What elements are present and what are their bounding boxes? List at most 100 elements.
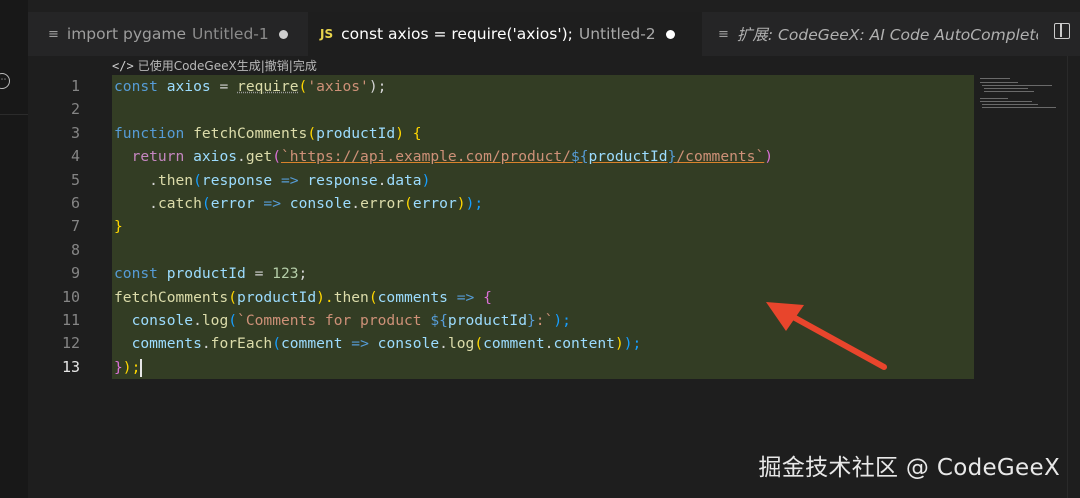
text-cursor	[140, 358, 143, 377]
line-number: 5	[70, 170, 80, 189]
line-number: 10	[61, 287, 80, 306]
string-literal: /comments`	[676, 148, 765, 166]
bracket: )	[456, 194, 466, 212]
line-number: 4	[70, 147, 80, 166]
line-number: 8	[70, 240, 80, 259]
code-editor[interactable]: </> 已使用CodeGeeX生成 | 撤销 | 完成 1 2 3 4 5 6 …	[28, 56, 1080, 498]
line-number: 11	[61, 310, 80, 329]
minimap-line	[980, 78, 1010, 79]
tab-untitled-2[interactable]: JS const axios = require('axios'); Untit…	[308, 12, 702, 56]
function-name: log	[201, 311, 229, 329]
tab-extension-codegeex[interactable]: ≡ 扩展: CodeGeeX: AI Code AutoComplete	[718, 12, 1038, 56]
template-delimiter: }	[527, 311, 536, 329]
unsaved-dot-icon[interactable]	[278, 29, 288, 39]
function-name: log	[447, 335, 475, 353]
code-line[interactable]	[114, 98, 974, 121]
bracket: )	[764, 148, 774, 166]
number-literal: 123	[272, 265, 299, 283]
code-line[interactable]: }	[114, 215, 974, 238]
activity-bar: ⋯	[0, 0, 28, 498]
minimap-line	[982, 107, 1056, 108]
parameter: response	[201, 171, 273, 189]
more-icon[interactable]: ⋯	[0, 73, 10, 89]
codelens-undo-link[interactable]: 撤销	[265, 57, 289, 74]
codelens-done-link[interactable]: 完成	[293, 57, 317, 74]
punctuation: ;	[298, 265, 308, 283]
identifier: productId	[237, 288, 317, 306]
identifier: productId	[157, 265, 255, 283]
tab-bar: ≡ import pygame Untitled-1 JS const axio…	[28, 0, 1080, 64]
code-line[interactable]: const axios = require('axios');	[114, 75, 974, 98]
minimap-line	[980, 82, 1018, 83]
function-name: then	[333, 288, 369, 306]
tab-sublabel: Untitled-1	[192, 25, 269, 43]
vertical-scrollbar[interactable]	[1067, 56, 1080, 498]
code-line[interactable]: .catch(error => console.error(error));	[114, 192, 974, 215]
bracket: );	[122, 358, 141, 376]
identifier: comment	[483, 335, 545, 353]
arrow-operator: =>	[447, 288, 484, 306]
minimap-line	[984, 88, 1028, 89]
keyword: const	[114, 78, 158, 95]
function-name: error	[360, 194, 405, 212]
bracket: (	[272, 148, 281, 166]
bracket: )	[395, 124, 413, 142]
split-editor-icon[interactable]	[1054, 23, 1070, 39]
function-name: require	[237, 78, 299, 95]
identifier: axios	[157, 78, 220, 95]
bracket: (	[193, 171, 202, 189]
bracket: ).	[316, 288, 334, 306]
arrow-operator: =>	[272, 171, 308, 189]
title-strip	[28, 0, 1080, 12]
identifier: response	[307, 171, 378, 189]
code-line[interactable]: function fetchComments(productId) {	[114, 122, 974, 145]
tab-label: const axios = require('axios');	[341, 25, 573, 43]
unsaved-dot-icon[interactable]	[665, 29, 675, 39]
line-number: 3	[70, 123, 80, 142]
brace: }	[114, 358, 123, 376]
line-number: 9	[70, 264, 80, 283]
identifier: console	[131, 311, 194, 329]
code-line[interactable]: .then(response => response.data)	[114, 169, 974, 192]
file-lines-icon: ≡	[48, 26, 59, 42]
file-lines-icon: ≡	[718, 26, 729, 42]
keyword: function	[114, 124, 185, 142]
tab-label: import pygame	[66, 25, 186, 43]
tab-untitled-1[interactable]: ≡ import pygame Untitled-1	[48, 12, 298, 56]
function-name: get	[245, 148, 273, 166]
bracket: );	[465, 194, 484, 212]
parameter: productId	[316, 124, 396, 142]
code-line[interactable]: return axios.get(`https://api.example.co…	[114, 145, 974, 168]
keyword: const	[114, 265, 158, 283]
punctuation: .	[201, 335, 211, 353]
watermark: 掘金技术社区 @ CodeGeeX	[758, 455, 1060, 481]
punctuation: .	[237, 148, 246, 166]
identifier: comments	[131, 335, 202, 353]
line-number-gutter: 1 2 3 4 5 6 7 8 9 10 11 12 13	[28, 75, 80, 379]
bracket: )	[421, 171, 431, 189]
minimap-line	[984, 91, 1034, 92]
code-line[interactable]	[114, 239, 974, 262]
punctuation: .	[149, 171, 158, 189]
code-line[interactable]: const productId = 123;	[114, 262, 974, 285]
line-number: 6	[70, 193, 80, 212]
function-name: fetchComments	[114, 288, 229, 306]
arrow-shaft	[783, 310, 887, 370]
brace: }	[114, 218, 123, 236]
tab-label: 扩展: CodeGeeX: AI Code AutoComplete	[736, 26, 1038, 44]
string-literal: `Comments for product	[237, 311, 431, 329]
bracket: );	[623, 335, 642, 353]
string-literal: 'axios'	[307, 78, 369, 95]
arrow-operator: =>	[342, 335, 378, 353]
javascript-icon: JS	[320, 27, 334, 41]
minimap-line	[982, 85, 1052, 86]
minimap[interactable]	[980, 76, 1060, 116]
bracket: (	[404, 194, 413, 212]
function-name: then	[157, 171, 194, 189]
identifier: console	[377, 335, 440, 353]
parameter: error	[210, 194, 255, 212]
